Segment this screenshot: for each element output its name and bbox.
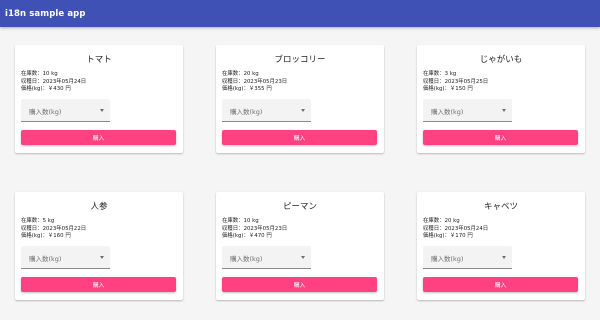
buy-button[interactable]: 購入 [423,277,578,292]
product-stock: 在庫数：20 kg [222,71,259,77]
product-price: 価格(kg)：￥470 円 [222,233,272,240]
quantity-select[interactable]: 購入数(kg) [21,99,110,122]
product-price: 価格(kg)：￥150 円 [423,86,473,93]
quantity-select-placeholder: 購入数(kg) [431,108,464,116]
product-card-green-pepper: ピーマン 在庫数：10 kg 収穫日：2023年05月23日 価格(kg)：￥4… [216,192,384,300]
quantity-select-placeholder: 購入数(kg) [431,255,464,263]
buy-button[interactable]: 購入 [222,277,377,292]
product-price: 価格(kg)：￥355 円 [222,86,272,93]
product-name: じゃがいも [479,55,523,65]
product-stock: 在庫数：10 kg [21,71,58,77]
quantity-select-placeholder: 購入数(kg) [29,255,62,263]
dropdown-arrow-icon [100,109,104,112]
quantity-select-placeholder: 購入数(kg) [29,108,62,116]
product-name: ピーマン [282,202,317,212]
dropdown-arrow-icon [301,256,305,259]
product-price: 価格(kg)：￥160 円 [21,233,71,240]
product-info: 在庫数：3 kg 収穫日：2023年05月25日 価格(kg)：￥150 円 [423,71,488,94]
product-info: 在庫数：5 kg 収穫日：2023年05月22日 価格(kg)：￥160 円 [21,218,86,241]
product-info: 在庫数：20 kg 収穫日：2023年05月24日 価格(kg)：￥170 円 [423,218,488,241]
buy-button[interactable]: 購入 [423,130,578,145]
product-price: 価格(kg)：￥430 円 [21,86,71,93]
product-info: 在庫数：10 kg 収穫日：2023年05月23日 価格(kg)：￥470 円 [222,218,287,241]
product-stock: 在庫数：5 kg [21,218,55,224]
product-name: トマト [86,55,112,65]
dropdown-arrow-icon [502,256,506,259]
quantity-select-placeholder: 購入数(kg) [230,108,263,116]
product-card-carrot: 人参 在庫数：5 kg 収穫日：2023年05月22日 価格(kg)：￥160 … [15,192,183,300]
dropdown-arrow-icon [502,109,506,112]
quantity-select[interactable]: 購入数(kg) [21,246,110,269]
quantity-select[interactable]: 購入数(kg) [423,246,512,269]
product-name: キャベツ [483,202,518,212]
dropdown-arrow-icon [100,256,104,259]
product-info: 在庫数：20 kg 収穫日：2023年05月23日 価格(kg)：￥355 円 [222,71,287,94]
buy-button[interactable]: 購入 [21,130,176,145]
product-card-cabbage: キャベツ 在庫数：20 kg 収穫日：2023年05月24日 価格(kg)：￥1… [417,192,585,300]
buy-button[interactable]: 購入 [21,277,176,292]
product-name: 人参 [90,202,108,212]
buy-button[interactable]: 購入 [222,130,377,145]
product-name: ブロッコリー [274,55,326,65]
quantity-select[interactable]: 購入数(kg) [222,246,311,269]
quantity-select[interactable]: 購入数(kg) [222,99,311,122]
product-price: 価格(kg)：￥170 円 [423,233,473,240]
product-stock: 在庫数：3 kg [423,71,457,77]
dropdown-arrow-icon [301,109,305,112]
product-stock: 在庫数：20 kg [423,218,460,224]
product-info: 在庫数：10 kg 収穫日：2023年05月24日 価格(kg)：￥430 円 [21,71,86,94]
app-bar: i18n sample app [0,0,600,27]
product-card-potato: じゃがいも 在庫数：3 kg 収穫日：2023年05月25日 価格(kg)：￥1… [417,45,585,153]
product-card-broccoli: ブロッコリー 在庫数：20 kg 収穫日：2023年05月23日 価格(kg)：… [216,45,384,153]
product-card-tomato: トマト 在庫数：10 kg 収穫日：2023年05月24日 価格(kg)：￥43… [15,45,183,153]
app-title: i18n sample app [5,8,86,19]
quantity-select[interactable]: 購入数(kg) [423,99,512,122]
quantity-select-placeholder: 購入数(kg) [230,255,263,263]
product-stock: 在庫数：10 kg [222,218,259,224]
